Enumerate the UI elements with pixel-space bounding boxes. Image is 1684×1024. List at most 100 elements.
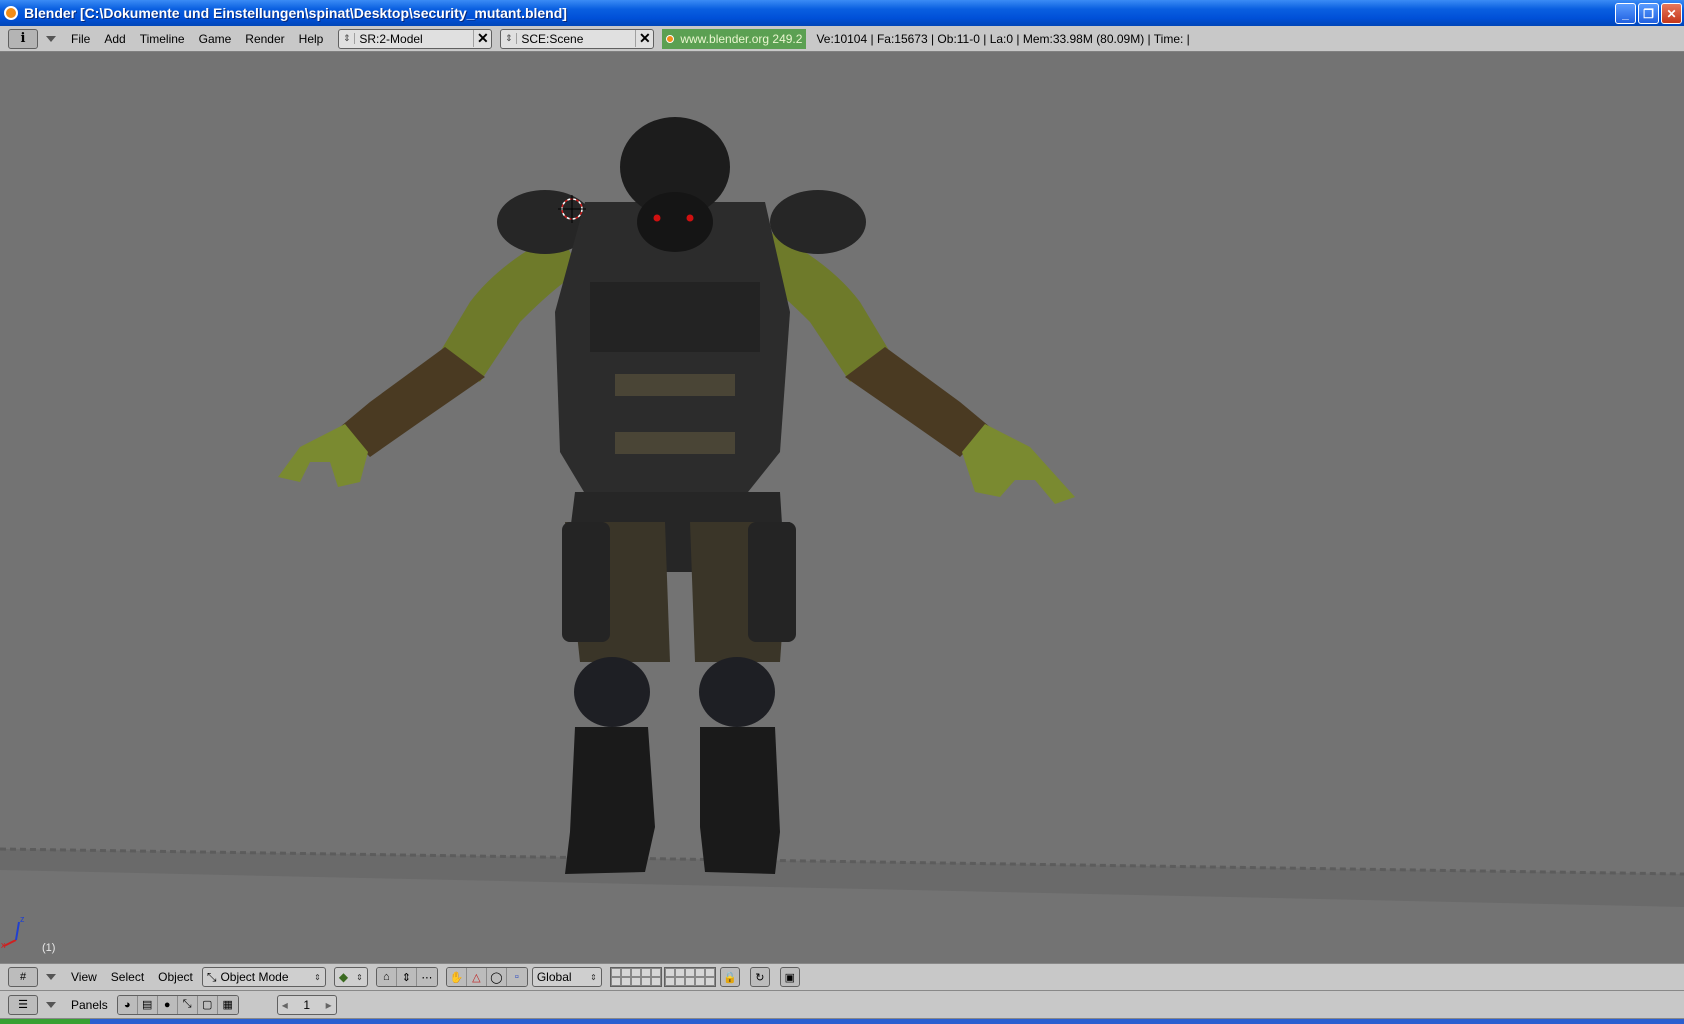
layer-button[interactable]: [664, 977, 675, 986]
menu-timeline[interactable]: Timeline: [133, 32, 192, 46]
info-icon: i: [20, 31, 26, 46]
collapse-view-header-icon[interactable]: [46, 974, 56, 980]
viewport-canvas: x z: [0, 117, 1684, 950]
frame-number[interactable]: 1: [303, 998, 310, 1012]
menu-panels[interactable]: Panels: [64, 998, 115, 1012]
pivot-icon[interactable]: ⌂: [376, 968, 397, 986]
frame-stepper[interactable]: ◂ 1 ▸: [276, 994, 337, 1015]
menu-help[interactable]: Help: [292, 32, 331, 46]
3d-viewport[interactable]: x z (1): [0, 52, 1684, 963]
layer-button[interactable]: [704, 968, 715, 977]
right-knee-pad: [699, 657, 775, 727]
axis-z-label: z: [20, 914, 25, 924]
screen-selector[interactable]: ⇕ SR:2-Model ✕: [338, 28, 493, 49]
right-eye-light: [686, 214, 694, 222]
info-header: i File Add Timeline Game Render Help ⇕ S…: [0, 26, 1684, 52]
axis-z-line: [15, 921, 20, 941]
layer-button[interactable]: [610, 977, 621, 986]
frame-next-icon[interactable]: ▸: [326, 998, 332, 1012]
scene-name[interactable]: SCE:Scene: [517, 32, 635, 46]
layer-button[interactable]: [704, 977, 715, 986]
proportional-edit-icon[interactable]: ⋯: [416, 968, 437, 986]
layer-buttons-2[interactable]: [663, 967, 716, 987]
view-editor-type-button[interactable]: #: [8, 967, 38, 987]
layer-button[interactable]: [640, 977, 651, 986]
layer-button[interactable]: [694, 968, 705, 977]
mode-dropdown[interactable]: ⤡ Object Mode ⇕: [201, 967, 326, 987]
orientation-value: Global: [536, 970, 572, 984]
taskbar-strip: [0, 1019, 1684, 1024]
menu-view[interactable]: View: [64, 970, 104, 984]
draw-type-arrows-icon: ⇕: [356, 972, 363, 982]
object-icon[interactable]: ⤡: [177, 995, 198, 1014]
layer-buttons-1[interactable]: [609, 967, 662, 987]
layer-button[interactable]: [650, 977, 661, 986]
menu-add[interactable]: Add: [97, 32, 132, 46]
layer-button[interactable]: [610, 968, 621, 977]
window-title-bar[interactable]: Blender [C:\Dokumente und Einstellungen\…: [0, 0, 1684, 26]
screen-browse-icon[interactable]: ⇕: [339, 33, 356, 44]
scene-delete-icon[interactable]: ✕: [635, 30, 653, 47]
ogl-render-icon[interactable]: ↻: [749, 967, 770, 987]
window-title: Blender [C:\Dokumente und Einstellungen\…: [24, 5, 567, 21]
close-icon[interactable]: ✕: [1661, 3, 1682, 24]
layer-button[interactable]: [650, 968, 661, 977]
menu-file[interactable]: File: [64, 32, 97, 46]
minimize-icon[interactable]: _: [1615, 3, 1636, 24]
layer-button[interactable]: [630, 968, 641, 977]
editing-icon[interactable]: ▢: [197, 995, 218, 1014]
shading-icon[interactable]: ●: [157, 995, 178, 1014]
dropdown-arrows-icon: ⇕: [314, 972, 321, 982]
vest-strap-1: [615, 374, 735, 396]
axis-gizmo: x z: [1, 914, 25, 950]
screen-name[interactable]: SR:2-Model: [355, 32, 473, 46]
collapse-header-icon[interactable]: [46, 35, 56, 42]
buttons-editor-type-button[interactable]: ☰: [8, 994, 38, 1015]
layer-button[interactable]: [630, 977, 641, 986]
restore-icon[interactable]: ❐: [1638, 3, 1659, 24]
manipulator-group: ✋ △ ◯ ▫: [445, 967, 528, 987]
blender-url-text: www.blender.org 249.2: [680, 31, 803, 46]
axis-x-line: [3, 939, 17, 947]
blender-url[interactable]: www.blender.org 249.2: [662, 28, 807, 49]
menu-render[interactable]: Render: [238, 32, 291, 46]
layer-button[interactable]: [664, 968, 675, 977]
frame-prev-icon[interactable]: ◂: [282, 998, 288, 1012]
layer-button[interactable]: [694, 977, 705, 986]
window-controls: _ ❐ ✕: [1615, 3, 1682, 24]
scene-selector[interactable]: ⇕ SCE:Scene ✕: [500, 28, 655, 49]
layer-button[interactable]: [620, 977, 631, 986]
vest-pocket: [590, 282, 760, 352]
gas-mask: [637, 192, 713, 252]
menu-game[interactable]: Game: [192, 32, 239, 46]
layer-button[interactable]: [620, 968, 631, 977]
draw-type-dropdown[interactable]: ◆ ⇕: [333, 967, 368, 987]
rotate-icon[interactable]: ◯: [486, 968, 507, 986]
right-boot: [700, 727, 780, 874]
orientation-dropdown[interactable]: Global ⇕: [531, 967, 602, 987]
scene-browse-icon[interactable]: ⇕: [501, 33, 518, 44]
object-mode-icon: ⤡: [206, 969, 217, 984]
screen-delete-icon[interactable]: ✕: [473, 30, 491, 47]
left-boot: [565, 727, 655, 874]
axis-x-label: x: [1, 940, 6, 950]
layer-button[interactable]: [684, 977, 695, 986]
scale-icon[interactable]: ▫: [506, 968, 527, 986]
lock-layers-icon[interactable]: 🔒: [719, 967, 740, 987]
menu-object[interactable]: Object: [151, 970, 200, 984]
collapse-buttons-header-icon[interactable]: [46, 1001, 56, 1008]
render-icon[interactable]: ▣: [779, 967, 800, 987]
info-editor-type-button[interactable]: i: [8, 28, 38, 49]
layer-button[interactable]: [674, 977, 685, 986]
logic-icon[interactable]: ◕: [117, 995, 138, 1014]
script-icon[interactable]: ▤: [137, 995, 158, 1014]
layer-button[interactable]: [674, 968, 685, 977]
menu-select[interactable]: Select: [104, 970, 151, 984]
translate-icon[interactable]: △: [466, 968, 487, 986]
scene-icon[interactable]: ▦: [217, 995, 238, 1014]
pivot-arrows-icon[interactable]: ⇕: [396, 968, 417, 986]
layer-button[interactable]: [684, 968, 695, 977]
hand-manipulator-icon[interactable]: ✋: [446, 968, 467, 986]
layer-button[interactable]: [640, 968, 651, 977]
left-forearm: [340, 347, 485, 457]
